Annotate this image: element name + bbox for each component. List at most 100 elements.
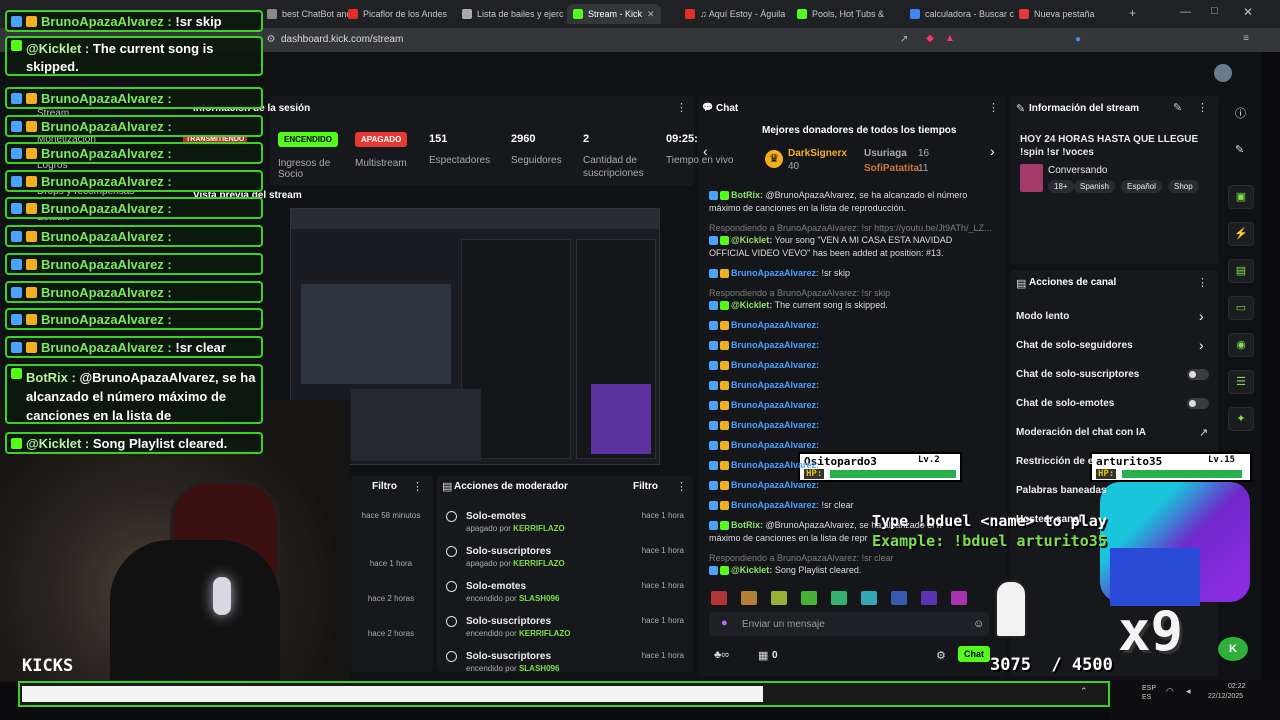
chat-username[interactable]: @Kicklet: (731, 565, 772, 575)
actions-menu-icon[interactable]: ⋮ (1197, 276, 1208, 289)
chat-username[interactable]: BrunoApazaAlvarez: (731, 320, 819, 330)
document-icon[interactable]: ▤ (1228, 259, 1254, 283)
tray-lang[interactable]: ESP ES (1142, 684, 1160, 702)
emote-icon[interactable] (711, 591, 727, 605)
channel-action[interactable]: Moderación del chat con IA (1016, 427, 1146, 438)
menu-icon[interactable]: ≡ (1240, 33, 1252, 45)
channel-action[interactable]: Palabras baneadas (1016, 485, 1107, 496)
tab-1[interactable]: Picaflor de los Andes (348, 4, 447, 24)
channel-action[interactable]: Chat de solo-suscriptores (1016, 369, 1139, 380)
warning-icon[interactable]: ▲ (944, 33, 956, 45)
chat-username[interactable]: BrunoApazaAlvarez: (731, 460, 819, 470)
emote-icon[interactable] (921, 591, 937, 605)
stream-tag[interactable]: Shop (1168, 180, 1199, 193)
emote-icon[interactable] (951, 591, 967, 605)
minimize-icon[interactable]: — (1180, 6, 1191, 18)
user-avatar[interactable] (1214, 64, 1232, 82)
extensions-icon[interactable]: ● (1072, 34, 1084, 46)
bolt-icon[interactable]: ⚡ (1228, 222, 1254, 246)
chat-username[interactable]: @Kicklet: (731, 300, 772, 310)
stream-tag[interactable]: Español (1121, 180, 1162, 193)
tab-6[interactable]: calculadora - Buscar c (910, 4, 1014, 24)
emote-icon[interactable] (741, 591, 757, 605)
chat-username[interactable]: BotRix: (731, 520, 763, 530)
channel-action[interactable]: Hostear canal (1016, 514, 1082, 525)
brave-shield-icon[interactable]: ◆ (924, 33, 936, 45)
new-tab-button[interactable]: + (1129, 6, 1136, 20)
chat-input[interactable]: Enviar un mensaje (742, 619, 825, 630)
edit-info-icon[interactable]: ✎ (1173, 101, 1182, 114)
chat-username[interactable]: BrunoApazaAlvarez: (731, 380, 819, 390)
send-chat-button[interactable]: Chat (958, 646, 990, 662)
screen-icon[interactable]: ▣ (1228, 185, 1254, 209)
chat-username[interactable]: BrunoApazaAlvarez: (731, 268, 819, 278)
chat-username[interactable]: BrunoApazaAlvarez: (731, 360, 819, 370)
action-state: encendido por (466, 629, 517, 638)
tab-2[interactable]: Lista de bailes y ejerc (462, 4, 564, 24)
moderator-menu-icon[interactable]: ⋮ (676, 480, 687, 493)
filter-menu-icon[interactable]: ⋮ (412, 480, 423, 493)
chat-username[interactable]: BrunoApazaAlvarez: (731, 480, 819, 490)
tab-4[interactable]: ♫ Aquí Estoy - Águila (685, 4, 785, 24)
chat-username[interactable]: BrunoApazaAlvarez: (731, 500, 819, 510)
gift-icon[interactable]: ▦ (758, 649, 768, 662)
tray-time[interactable]: 02:22 (1228, 683, 1246, 690)
tray-date[interactable]: 22/12/2025 (1208, 693, 1243, 700)
stream-tag[interactable]: 18+ (1048, 180, 1074, 193)
moderator-action-row[interactable]: Solo-suscriptores encendido por SLASH096 h… (446, 651, 686, 685)
tab-3[interactable]: Stream - Kick ✕ (567, 4, 661, 24)
tune-icon[interactable]: ⚙ (265, 34, 277, 46)
emote-icon[interactable] (861, 591, 877, 605)
moderator-filter[interactable]: Filtro (633, 481, 658, 492)
broadcast-icon[interactable]: ◉ (1228, 333, 1254, 357)
session-menu-icon[interactable]: ⋮ (676, 101, 687, 114)
emote-icon[interactable] (801, 591, 817, 605)
chevron-right-icon[interactable]: › (1199, 337, 1204, 353)
tab-close-icon[interactable]: ✕ (647, 9, 655, 20)
moderator-action-row[interactable]: Solo-emotes apagado por KERRIFLAZO hace 1 … (446, 511, 686, 545)
chat-username[interactable]: BotRix: (731, 190, 763, 200)
edit-rail-icon[interactable]: ✎ (1235, 143, 1244, 156)
emote-icon[interactable] (831, 591, 847, 605)
info-rail-icon[interactable]: ⓘ (1235, 105, 1246, 121)
chevron-right-icon[interactable]: › (1199, 308, 1204, 324)
moderator-action-row[interactable]: Solo-emotes encendido por SLASH096 hace 1 … (446, 581, 686, 615)
channel-action[interactable]: Chat de solo-emotes (1016, 398, 1114, 409)
close-window-icon[interactable]: ✕ (1243, 5, 1253, 19)
wifi-icon[interactable]: ◠ (1166, 686, 1174, 697)
chat-username[interactable]: BrunoApazaAlvarez: (731, 440, 819, 450)
tray-chevron-icon[interactable]: ⌃ (1080, 686, 1088, 697)
share-icon[interactable]: ↗ (898, 34, 910, 46)
info-menu-icon[interactable]: ⋮ (1197, 101, 1208, 114)
points-icon[interactable]: ♣∞ (714, 649, 729, 661)
chat-username[interactable]: BrunoApazaAlvarez: (731, 400, 819, 410)
volume-icon[interactable]: ◂ (1186, 686, 1191, 697)
stream-tag[interactable]: Spanish (1074, 180, 1115, 193)
emoji-icon[interactable]: ☺ (973, 618, 984, 630)
maximize-icon[interactable]: □ (1211, 5, 1218, 17)
url-text[interactable]: dashboard.kick.com/stream (281, 34, 403, 45)
tab-5[interactable]: Pools, Hot Tubs & (797, 4, 884, 24)
channel-action[interactable]: Restricción de e (1016, 456, 1093, 467)
chat-menu-icon[interactable]: ⋮ (988, 101, 999, 114)
emote-icon[interactable] (771, 591, 787, 605)
layers-icon[interactable]: ☰ (1228, 370, 1254, 394)
chat-settings-icon[interactable]: ⚙ (936, 649, 946, 662)
toggle-emotes[interactable] (1187, 398, 1209, 409)
tab-0[interactable]: best ChatBot and (267, 4, 352, 24)
wrench-icon[interactable]: ✦ (1228, 407, 1254, 431)
moderator-action-row[interactable]: Solo-suscriptores encendido por KERRIFLAZ… (446, 616, 686, 650)
chat-username[interactable]: BrunoApazaAlvarez: (731, 340, 819, 350)
channel-action[interactable]: Chat de solo-seguidores (1016, 340, 1133, 351)
moderator-action-row[interactable]: Solo-suscriptores apagado por KERRIFLAZO h… (446, 546, 686, 580)
tab-7[interactable]: Nueva pestaña (1019, 4, 1095, 24)
next-donors-icon[interactable]: › (990, 143, 995, 159)
toggle-subscribers[interactable] (1187, 369, 1209, 380)
channel-action[interactable]: Modo lento (1016, 311, 1069, 322)
chat-rail-icon[interactable]: ▭ (1228, 296, 1254, 320)
chat-username[interactable]: @Kicklet: (731, 235, 772, 245)
external-link-icon[interactable]: ↗ (1199, 426, 1208, 439)
mic-icon[interactable]: ● (721, 617, 728, 629)
emote-icon[interactable] (891, 591, 907, 605)
chat-username[interactable]: BrunoApazaAlvarez: (731, 420, 819, 430)
